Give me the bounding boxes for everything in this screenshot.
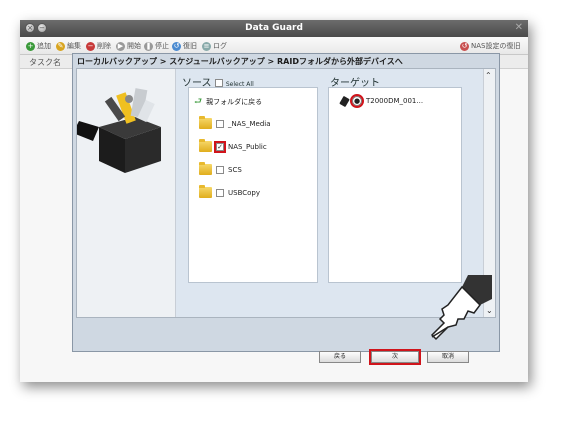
folder-icon [199, 139, 212, 152]
folder-item-nas-media[interactable]: _NAS_Media [199, 116, 271, 129]
next-button[interactable]: 次 [369, 349, 421, 365]
log-button[interactable]: ≡ ログ [202, 40, 227, 52]
folder-checkbox[interactable] [216, 119, 224, 128]
add-button[interactable]: + 追加 [26, 40, 51, 52]
edit-button[interactable]: ✎ 編集 [56, 40, 81, 52]
task-name-header: タスク名 [29, 58, 61, 67]
delete-icon: − [86, 41, 95, 51]
restore-icon: ↺ [172, 41, 181, 51]
window-title: Data Guard [245, 23, 303, 33]
play-icon: ▶ [116, 41, 125, 51]
plus-icon: + [26, 41, 35, 51]
folder-item-nas-public[interactable]: ✓ NAS_Public [199, 139, 267, 153]
log-icon: ≡ [202, 41, 211, 51]
backup-box-icon [73, 88, 161, 173]
select-all-checkbox[interactable] [214, 79, 223, 87]
back-button[interactable]: 戻る [319, 351, 361, 363]
usb-drive-icon [339, 95, 350, 107]
parent-folder-item[interactable]: ⮐ 親フォルダに戻る [194, 94, 262, 110]
device-radio-selected[interactable]: ● [350, 94, 364, 108]
folder-item-usbcopy[interactable]: USBCopy [199, 185, 260, 198]
start-button[interactable]: ▶ 開始 [116, 40, 141, 52]
pause-icon: ❚ [144, 41, 153, 51]
folder-icon [199, 185, 212, 198]
restore-button[interactable]: ↺ 復旧 [172, 40, 197, 52]
folder-checkbox-checked[interactable]: ✓ [214, 140, 226, 153]
folder-item-scs[interactable]: SCS [199, 162, 242, 175]
nas-restore-button[interactable]: ↺ NAS設定の復旧 [460, 40, 520, 52]
folder-checkbox[interactable] [216, 165, 224, 174]
source-section: ソース Select All ⮐ 親フォルダに戻る _NAS_Media ✓ N… [176, 69, 324, 317]
scroll-up-icon[interactable]: ⌃ [485, 71, 492, 80]
pointer-hand-icon [430, 275, 492, 341]
app-window: × − Data Guard ✕ + 追加 ✎ 編集 − 削除 ▶ 開始 ❚ 停… [20, 20, 528, 382]
folder-up-icon: ⮐ [194, 97, 203, 107]
stop-button[interactable]: ❚ 停止 [144, 40, 169, 52]
folder-checkbox[interactable] [216, 188, 224, 197]
breadcrumb: ローカルバックアップ > スケジュールバックアップ > RAIDフォルダから外部… [77, 57, 403, 66]
target-device-item[interactable]: ● T2000DM_001... [339, 94, 423, 108]
restore-settings-icon: ↺ [460, 41, 469, 51]
target-device-list: ● T2000DM_001... [328, 87, 462, 283]
close-icon[interactable]: ✕ [515, 22, 523, 33]
folder-icon [199, 162, 212, 175]
delete-button[interactable]: − 削除 [86, 40, 111, 52]
wizard-illustration [73, 69, 176, 317]
edit-icon: ✎ [56, 41, 65, 51]
folder-icon [199, 116, 212, 129]
source-folder-list: ⮐ 親フォルダに戻る _NAS_Media ✓ NAS_Public SCS U… [188, 87, 318, 283]
title-bar: × − Data Guard ✕ [20, 20, 528, 37]
